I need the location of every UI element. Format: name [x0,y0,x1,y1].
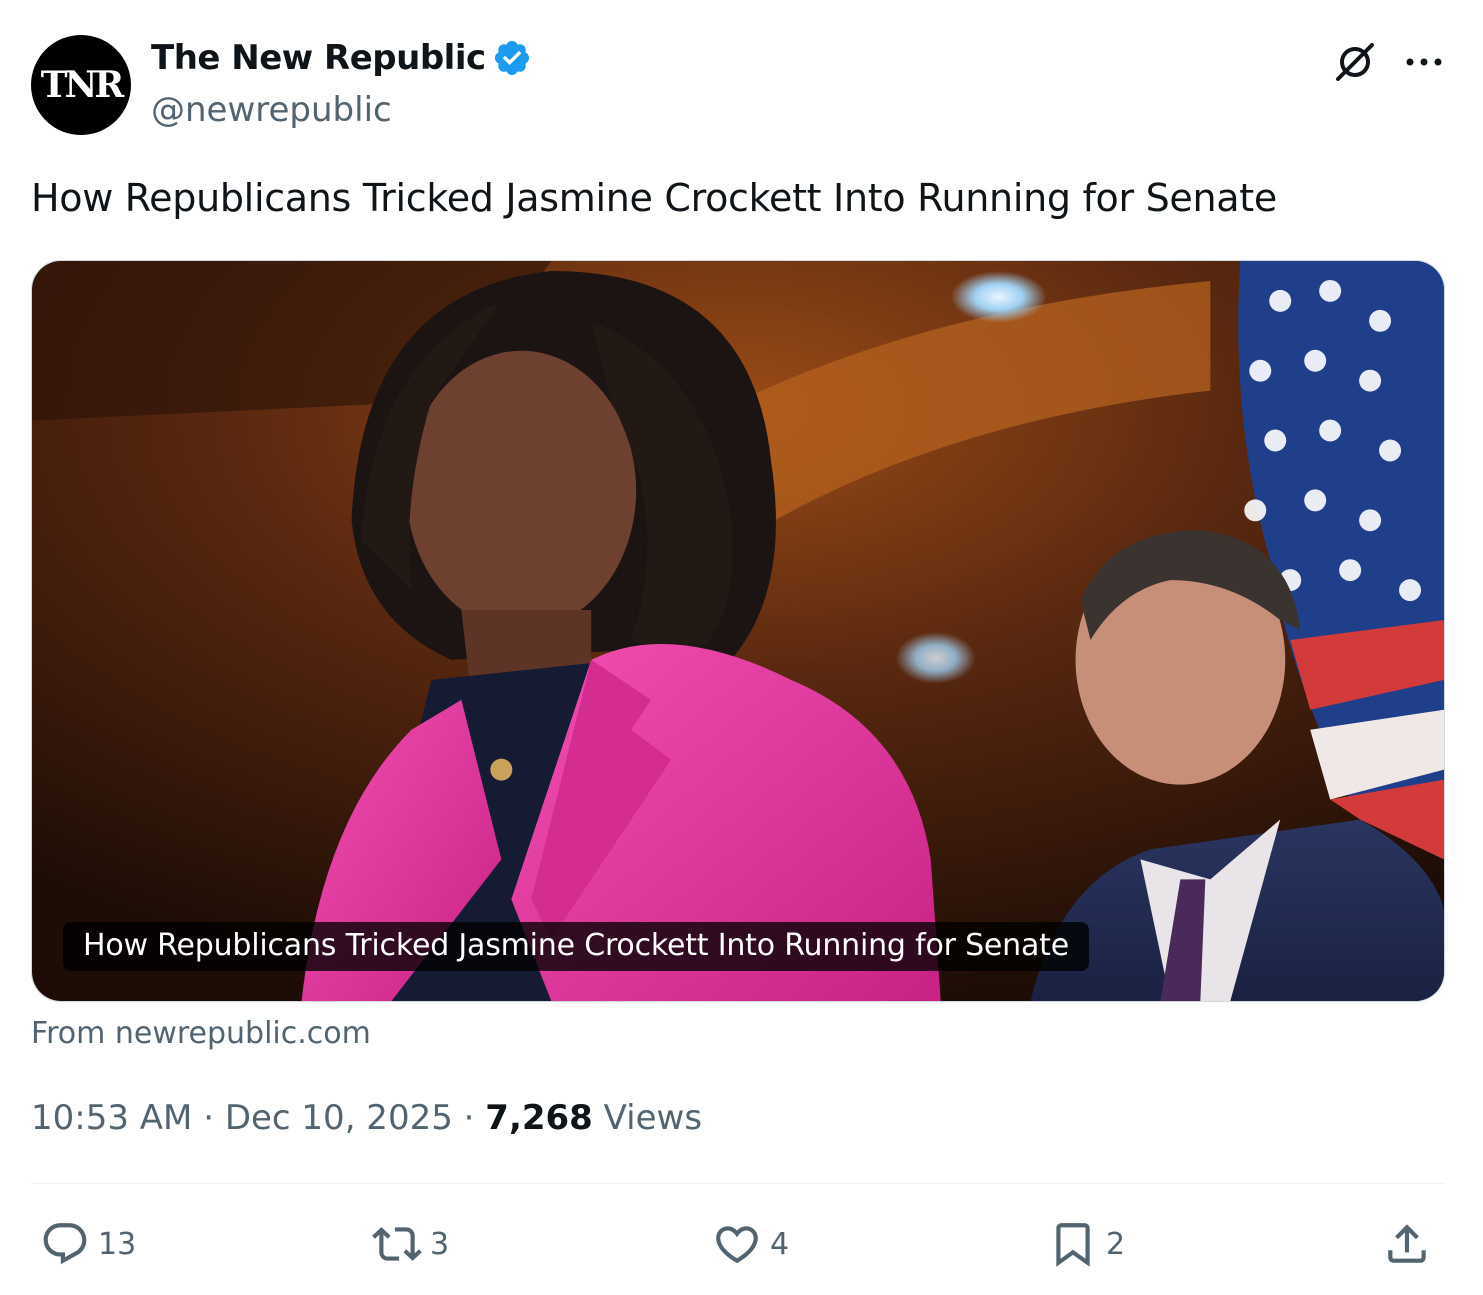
link-card[interactable]: How Republicans Tricked Jasmine Crockett… [31,260,1445,1002]
verified-badge-icon [494,40,529,76]
bookmark-button[interactable]: 2 [1048,1216,1125,1272]
repost-icon [372,1227,422,1261]
like-button[interactable]: 4 [712,1216,789,1272]
divider [31,1183,1445,1184]
tweet-text: How Republicans Tricked Jasmine Crockett… [31,176,1277,220]
like-count: 4 [770,1226,790,1262]
views-label: Views [603,1098,703,1138]
tweet-date[interactable]: Dec 10, 2025 [225,1098,453,1138]
bookmark-count: 2 [1106,1226,1126,1262]
reply-count: 13 [98,1226,137,1262]
avatar-logo-text: TNR [40,64,125,106]
card-image [32,261,1444,1001]
repost-button[interactable]: 3 [372,1216,449,1272]
more-button[interactable] [1400,38,1448,86]
views-count: 7,268 [485,1098,593,1138]
author-name-row: The New Republic [151,38,532,78]
meta-separator: · [203,1098,215,1138]
meta-separator: · [463,1098,475,1138]
more-icon [1406,58,1442,66]
repost-count: 3 [430,1226,450,1262]
reply-icon [43,1223,87,1265]
share-icon [1388,1224,1426,1263]
author-handle[interactable]: @newrepublic [151,90,392,130]
card-caption: How Republicans Tricked Jasmine Crockett… [63,922,1089,971]
grok-button[interactable] [1328,38,1382,86]
tweet-time[interactable]: 10:53 AM [31,1098,192,1138]
avatar[interactable]: TNR [31,35,131,135]
card-source[interactable]: From newrepublic.com [31,1016,371,1051]
heart-icon [716,1226,758,1264]
grok-icon [1336,43,1374,81]
bookmark-icon [1056,1223,1090,1267]
author-display-name[interactable]: The New Republic [151,38,486,78]
tweet-meta: 10:53 AM · Dec 10, 2025 · 7,268 Views [31,1098,702,1138]
reply-button[interactable]: 13 [40,1216,136,1272]
share-button[interactable] [1382,1216,1432,1272]
